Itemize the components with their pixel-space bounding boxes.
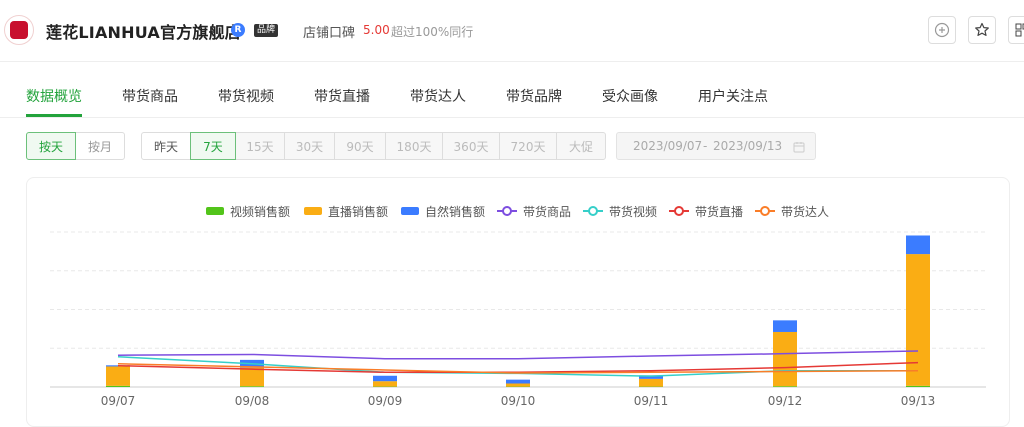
bar-segment: [240, 368, 264, 387]
bar-segment: [906, 254, 930, 386]
bar-segment: [373, 381, 397, 386]
x-tick-label: 09/12: [768, 394, 803, 408]
x-tick-label: 09/09: [368, 394, 403, 408]
x-tick-label: 09/11: [634, 394, 669, 408]
bar-segment: [373, 376, 397, 381]
bar-segment: [106, 386, 130, 387]
bar-segment: [639, 379, 663, 387]
period-7d-button[interactable]: 7天: [190, 132, 236, 160]
bar-segment: [773, 386, 797, 387]
sales-chart[interactable]: 09/07 09/08 09/09 09/10 09/11 09/12 09/13: [0, 0, 1024, 414]
bar-segment: [506, 380, 530, 384]
bar-segment: [906, 235, 930, 254]
granularity-day-button[interactable]: 按天: [26, 132, 76, 160]
x-tick-label: 09/07: [101, 394, 136, 408]
x-tick-label: 09/08: [235, 394, 270, 408]
bar-segment: [506, 384, 530, 387]
bar-segment: [773, 320, 797, 332]
x-tick-label: 09/10: [501, 394, 536, 408]
bar-segment: [773, 332, 797, 386]
x-tick-label: 09/13: [901, 394, 936, 408]
series-line: [118, 351, 918, 359]
bar-segment: [240, 386, 264, 387]
bar-segment: [906, 386, 930, 387]
bar-segment: [106, 366, 130, 385]
